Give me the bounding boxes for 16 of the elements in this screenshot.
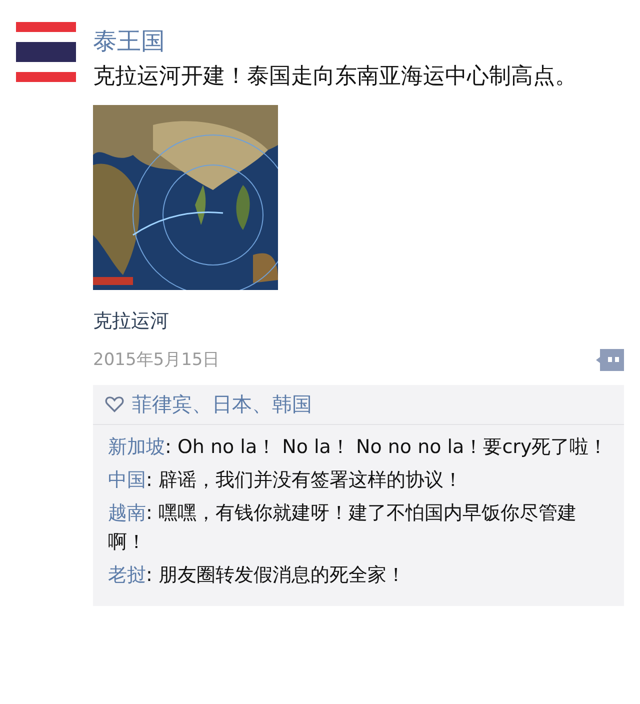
commenter-link[interactable]: 新加坡 — [108, 436, 165, 458]
comment: 越南: 嘿嘿，有钱你就建呀！建了不怕国内早饭你尽管建啊！ — [108, 501, 578, 555]
heart-icon — [105, 396, 124, 413]
liker-names[interactable]: 菲律宾、日本、韩国 — [132, 391, 312, 418]
comment: 新加坡: Oh no la！ No la！ No no no la！要cry死了啦！ — [108, 435, 609, 460]
flag-avatar[interactable] — [16, 22, 76, 82]
commenter-link[interactable]: 越南 — [108, 502, 146, 524]
commenter-link[interactable]: 中国 — [108, 469, 146, 491]
comment-icon[interactable] — [596, 348, 624, 370]
post-date: 2015年5月15日 — [93, 349, 220, 371]
comment: 老挝: 朋友圈转发假消息的死全家！ — [108, 563, 406, 588]
author-name[interactable]: 泰王国 — [93, 24, 624, 58]
link-caption[interactable]: 克拉运河 — [93, 308, 624, 334]
post-text: 克拉运河开建！泰国走向东南亚海运中心制高点。 — [93, 63, 578, 91]
comment: 中国: 辟谣，我们并没有签署这样的协议！ — [108, 468, 464, 493]
commenter-link[interactable]: 老挝 — [108, 564, 146, 586]
